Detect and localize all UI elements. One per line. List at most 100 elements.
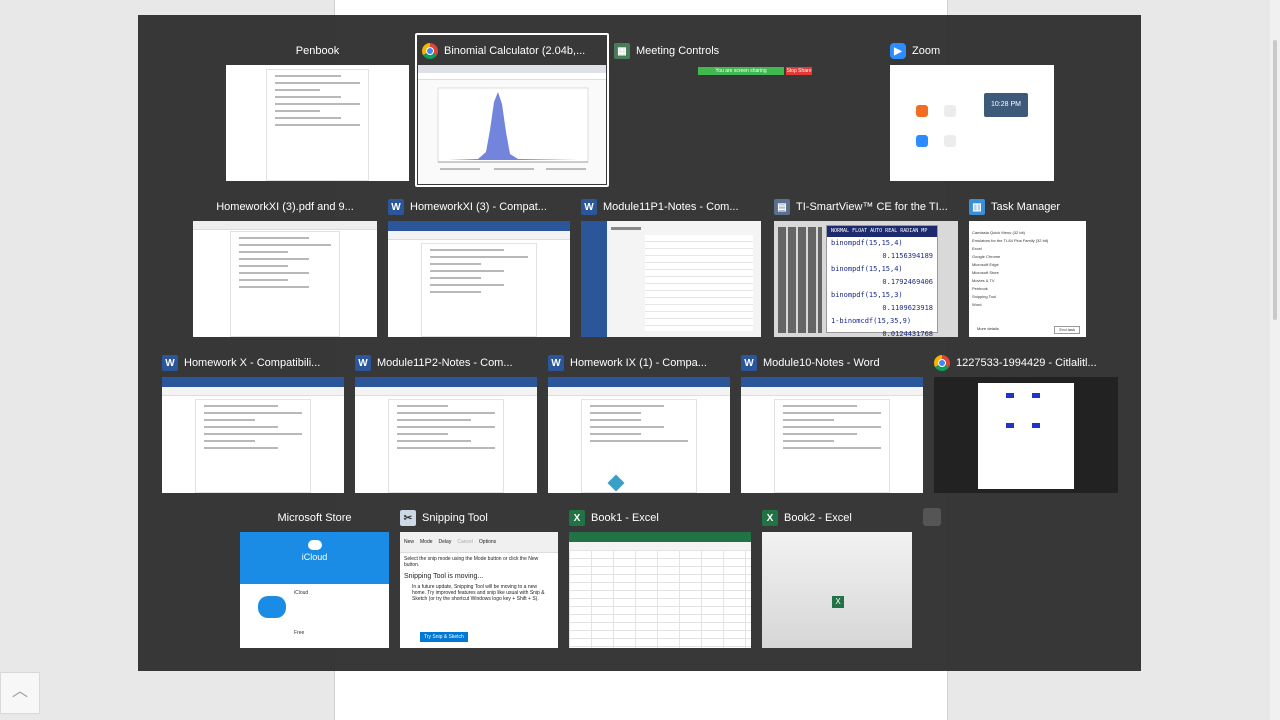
window-tile-chrome-binomial[interactable]: Binomial Calculator (2.04b,... <box>415 33 609 187</box>
window-title: Microsoft Store <box>277 512 352 524</box>
window-thumbnail <box>162 377 344 493</box>
window-tile-microsoft-store[interactable]: Microsoft Store iCloud iCloud Free <box>240 506 389 648</box>
window-thumbnail <box>193 221 377 337</box>
snip-delay-button[interactable]: Delay <box>439 539 452 545</box>
snip-options-button[interactable]: Options <box>479 539 496 545</box>
window-thumbnail <box>548 377 730 493</box>
tile-header: ▶ Zoom <box>890 39 1054 63</box>
task-item: Movies & TV <box>972 278 995 283</box>
tile-header: W Module11P2-Notes - Com... <box>355 351 537 375</box>
window-tile-module10[interactable]: W Module10-Notes - Word <box>741 351 923 493</box>
store-app-name: iCloud <box>294 590 309 596</box>
word-icon: W <box>548 355 564 371</box>
end-task-button[interactable]: End task <box>1054 326 1080 334</box>
window-tile-penbook[interactable]: Penbook <box>226 39 409 181</box>
task-item: Excel <box>972 246 982 251</box>
ti-line: 0.1156394189 <box>882 252 933 260</box>
calculator-screen: NORMAL FLOAT AUTO REAL RADIAN MP binompd… <box>826 225 938 337</box>
window-title: Module10-Notes - Word <box>763 357 880 369</box>
window-tile-ti-smartview[interactable]: ▤ TI-SmartView™ CE for the TI... NORMAL … <box>774 195 958 337</box>
join-icon <box>944 105 956 117</box>
window-tile-book2-excel[interactable]: X Book2 - Excel X <box>762 506 912 648</box>
try-snip-sketch-button[interactable]: Try Snip & Sketch <box>420 632 468 642</box>
window-thumbnail: iCloud iCloud Free <box>240 532 389 648</box>
icloud-logo-icon <box>258 596 286 618</box>
window-tile-meeting-controls[interactable]: ▦ Meeting Controls You are screen sharin… <box>614 39 814 99</box>
window-tile-zoom[interactable]: ▶ Zoom 10:28 PM <box>890 39 1054 181</box>
icloud-icon <box>307 540 322 550</box>
window-thumbnail: 10:28 PM <box>890 65 1054 181</box>
more-details-link[interactable]: More details <box>977 325 999 333</box>
window-tile-module11p1[interactable]: W Module11P1-Notes - Com... <box>581 195 761 337</box>
tile-header: ▥ Task Manager <box>969 195 1086 219</box>
window-thumbnail <box>226 65 409 181</box>
scrollbar-thumb[interactable] <box>1273 40 1277 320</box>
task-item: Word <box>972 302 982 307</box>
window-title: Binomial Calculator (2.04b,... <box>444 45 586 57</box>
window-title: HomeworkXI (3).pdf and 9... <box>216 201 354 213</box>
window-thumbnail: X <box>762 532 912 648</box>
window-title: Penbook <box>295 45 340 57</box>
window-thumbnail <box>388 221 570 337</box>
snip-mode-button[interactable]: Mode <box>420 539 433 545</box>
stop-share-button[interactable]: Stop Share <box>786 67 812 75</box>
window-thumbnail: NORMAL FLOAT AUTO REAL RADIAN MP binompd… <box>774 221 958 337</box>
word-icon: W <box>355 355 371 371</box>
camera-app-icon[interactable] <box>923 508 941 526</box>
excel-icon: X <box>569 510 585 526</box>
tile-header: W Homework X - Compatibili... <box>162 351 344 375</box>
task-item: Emulators for the TI-84 Plus Family (32 … <box>972 238 1049 243</box>
task-item: Microsoft Edge <box>972 262 999 267</box>
window-title: 1227533-1994429 - Citlalitl... <box>956 357 1097 369</box>
document-preview <box>978 383 1074 489</box>
window-tile-homework-xi-word[interactable]: W HomeworkXI (3) - Compat... <box>388 195 570 337</box>
window-thumbnail <box>355 377 537 493</box>
task-item: Penbook <box>972 286 988 291</box>
ti-line: binompdf(15,15,3) <box>831 291 903 299</box>
tile-header: Microsoft Store <box>240 506 389 530</box>
tile-header: 1227533-1994429 - Citlalitl... <box>934 351 1118 375</box>
window-tile-chrome-citlalitl[interactable]: 1227533-1994429 - Citlalitl... <box>934 351 1118 493</box>
window-tile-homework-xi-pdf[interactable]: HomeworkXI (3).pdf and 9... <box>193 195 377 337</box>
task-manager-icon: ▥ <box>969 199 985 215</box>
window-thumbnail <box>741 377 923 493</box>
window-tile-module11p2[interactable]: W Module11P2-Notes - Com... <box>355 351 537 493</box>
ti-line: 0.1109623918 <box>882 304 933 312</box>
chrome-icon <box>934 355 950 371</box>
snip-cancel-button[interactable]: Cancel <box>457 539 473 545</box>
meeting-controls-icon: ▦ <box>614 43 630 59</box>
word-icon: W <box>388 199 404 215</box>
word-icon: W <box>581 199 597 215</box>
task-item: Google Chrome <box>972 254 1001 259</box>
scroll-up-button[interactable]: ︿ <box>0 672 40 714</box>
tile-header: W HomeworkXI (3) - Compat... <box>388 195 570 219</box>
vertical-scrollbar[interactable] <box>1270 0 1280 720</box>
ti-line: 0.0124431768 <box>882 330 933 337</box>
zoom-clock: 10:28 PM <box>984 93 1028 117</box>
window-tile-homework-ix[interactable]: W Homework IX (1) - Compa... <box>548 351 730 493</box>
window-thumbnail <box>569 532 751 648</box>
chrome-icon <box>422 43 438 59</box>
task-item: Camtasia Quick Menu (32 bit) <box>972 230 1025 235</box>
window-tile-homework-x[interactable]: W Homework X - Compatibili... <box>162 351 344 493</box>
task-item: Microsoft Store <box>972 270 999 275</box>
window-title: HomeworkXI (3) - Compat... <box>410 201 547 213</box>
window-thumbnail <box>934 377 1118 493</box>
window-tile-book1-excel[interactable]: X Book1 - Excel <box>569 506 751 648</box>
snip-moving-title: Snipping Tool is moving... <box>404 573 484 580</box>
store-app-title: iCloud <box>301 552 328 562</box>
store-banner: iCloud <box>240 532 389 584</box>
tile-header: X Book2 - Excel <box>762 506 912 530</box>
snip-new-button[interactable]: New <box>404 539 414 545</box>
task-item: Snipping Tool <box>972 294 996 299</box>
snip-moving-body: In a future update, Snipping Tool will b… <box>412 584 545 602</box>
window-title: Task Manager <box>991 201 1061 213</box>
store-price: Free <box>294 630 305 636</box>
window-tile-snipping-tool[interactable]: ✂ Snipping Tool New Mode Delay Cancel Op… <box>400 506 558 648</box>
window-title: Module11P1-Notes - Com... <box>603 201 739 213</box>
scissors-icon: ✂ <box>400 510 416 526</box>
window-tile-task-manager[interactable]: ▥ Task Manager Camtasia Quick Menu (32 b… <box>969 195 1086 337</box>
tile-header: W Module10-Notes - Word <box>741 351 923 375</box>
word-icon: W <box>162 355 178 371</box>
window-title: Book2 - Excel <box>784 512 852 524</box>
